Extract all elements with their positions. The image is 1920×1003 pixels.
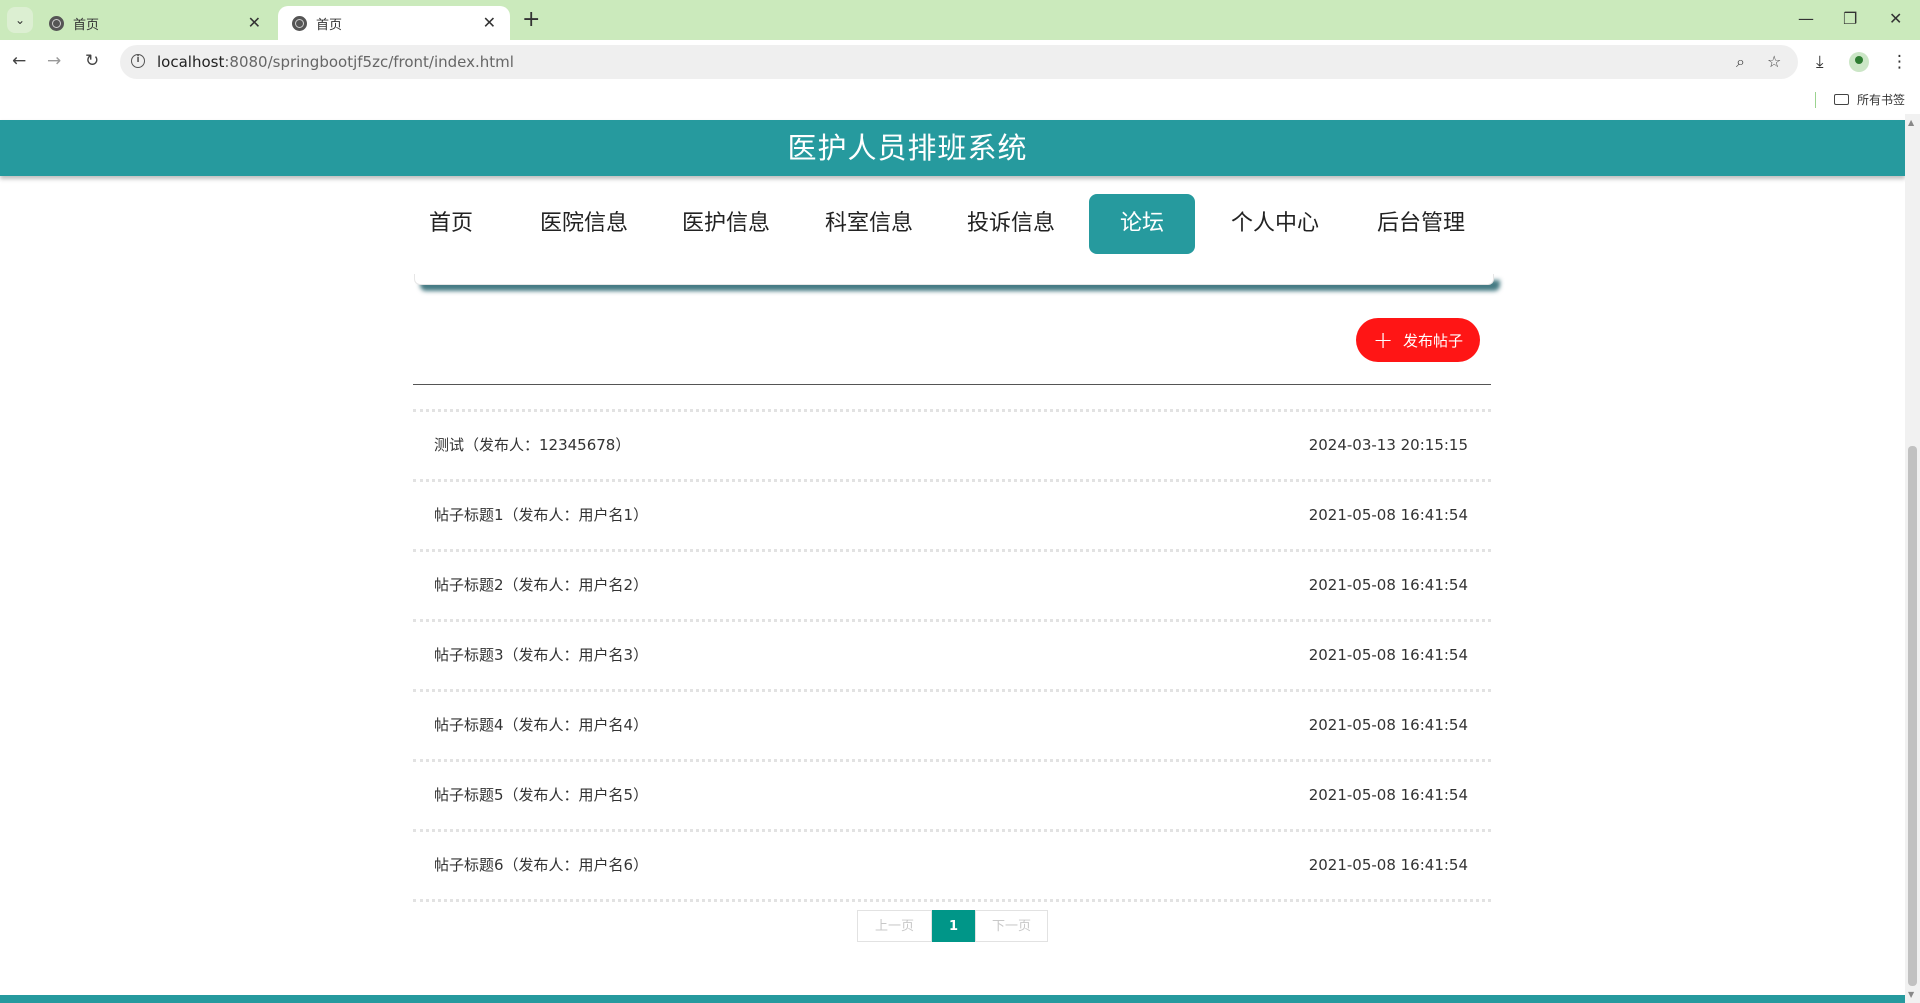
- post-time: 2021-05-08 16:41:54: [1308, 506, 1468, 524]
- star-icon[interactable]: ☆: [1767, 52, 1781, 72]
- post-row[interactable]: 帖子标题3（发布人：用户名3） 2021-05-08 16:41:54: [413, 622, 1491, 689]
- post-row[interactable]: 帖子标题4（发布人：用户名4） 2021-05-08 16:41:54: [413, 692, 1491, 759]
- post-time: 2024-03-13 20:15:15: [1308, 436, 1468, 454]
- nav-item-department[interactable]: 科室信息: [819, 194, 919, 254]
- publish-post-label: 发布帖子: [1403, 331, 1464, 350]
- row-separator: [413, 899, 1491, 902]
- site-header: 医护人员排班系统: [0, 120, 1905, 176]
- tab-1[interactable]: 首页 ✕: [35, 6, 275, 40]
- nav-item-complaint[interactable]: 投诉信息: [961, 194, 1061, 254]
- reload-icon[interactable]: ↻: [85, 50, 99, 72]
- restore-icon[interactable]: ❐: [1843, 8, 1857, 30]
- post-time: 2021-05-08 16:41:54: [1308, 576, 1468, 594]
- post-title[interactable]: 帖子标题6（发布人：用户名6）: [434, 832, 648, 899]
- scroll-up-icon[interactable]: ▲: [1908, 118, 1914, 127]
- pagination: 上一页 1 下一页: [857, 910, 1048, 942]
- post-time: 2021-05-08 16:41:54: [1308, 856, 1468, 874]
- back-arrow-icon[interactable]: ←: [12, 50, 26, 72]
- footer-strip: [0, 995, 1905, 1003]
- post-time: 2021-05-08 16:41:54: [1308, 716, 1468, 734]
- post-row[interactable]: 帖子标题1（发布人：用户名1） 2021-05-08 16:41:54: [413, 482, 1491, 549]
- nav-item-home[interactable]: 首页: [426, 194, 476, 254]
- post-list: 测试（发布人：12345678） 2024-03-13 20:15:15 帖子标…: [413, 409, 1491, 902]
- scrollbar-thumb[interactable]: [1908, 446, 1917, 986]
- prev-page-button[interactable]: 上一页: [857, 910, 932, 942]
- plus-icon[interactable]: +: [522, 7, 540, 33]
- bookmarks-bar: [0, 84, 1920, 114]
- post-title[interactable]: 帖子标题3（发布人：用户名3）: [434, 622, 648, 689]
- post-time: 2021-05-08 16:41:54: [1308, 786, 1468, 804]
- tab-2[interactable]: 首页 ✕: [278, 6, 510, 40]
- minimize-icon[interactable]: —: [1798, 8, 1814, 30]
- tab-strip: ⌄ 首页 ✕ 首页 ✕ + — ❐ ✕: [0, 0, 1920, 40]
- download-icon[interactable]: ⤓: [1816, 51, 1824, 73]
- forward-arrow-icon[interactable]: →: [47, 50, 61, 72]
- window-close-icon[interactable]: ✕: [1889, 8, 1902, 30]
- post-title[interactable]: 帖子标题5（发布人：用户名5）: [434, 762, 648, 829]
- post-time: 2021-05-08 16:41:54: [1308, 646, 1468, 664]
- globe-icon: [292, 15, 307, 31]
- current-page-button[interactable]: 1: [932, 910, 975, 942]
- page-viewport: 医护人员排班系统 首页 医院信息 医护信息 科室信息 投诉信息 论坛 个人中心 …: [0, 114, 1905, 1003]
- more-menu-icon[interactable]: ⋮: [1891, 51, 1908, 73]
- nav-item-hospital[interactable]: 医院信息: [534, 194, 634, 254]
- nav-item-medical-staff[interactable]: 医护信息: [676, 194, 776, 254]
- main-nav: 首页 医院信息 医护信息 科室信息 投诉信息 论坛 个人中心 后台管理: [410, 194, 1500, 254]
- site-title: 医护人员排班系统: [787, 131, 1028, 165]
- zoom-icon[interactable]: ⌕: [1736, 52, 1745, 72]
- post-title[interactable]: 帖子标题2（发布人：用户名2）: [434, 552, 648, 619]
- publish-post-button[interactable]: + 发布帖子: [1356, 318, 1480, 362]
- post-row[interactable]: 帖子标题6（发布人：用户名6） 2021-05-08 16:41:54: [413, 832, 1491, 899]
- nav-item-admin[interactable]: 后台管理: [1371, 194, 1471, 254]
- nav-item-forum[interactable]: 论坛: [1089, 194, 1195, 254]
- close-icon[interactable]: ✕: [483, 14, 496, 32]
- nav-item-personal-center[interactable]: 个人中心: [1225, 194, 1325, 254]
- tab-title: 首页: [316, 17, 343, 33]
- bookmarks-divider: [1815, 92, 1816, 108]
- tab-search-button[interactable]: ⌄: [7, 7, 33, 33]
- list-divider: [413, 384, 1491, 385]
- globe-icon: [49, 15, 64, 31]
- post-title[interactable]: 帖子标题4（发布人：用户名4）: [434, 692, 648, 759]
- close-icon[interactable]: ✕: [248, 14, 261, 32]
- post-title[interactable]: 测试（发布人：12345678）: [434, 412, 630, 479]
- post-row[interactable]: 帖子标题2（发布人：用户名2） 2021-05-08 16:41:54: [413, 552, 1491, 619]
- site-info-icon[interactable]: i: [131, 54, 145, 68]
- url-text[interactable]: localhost:8080/springbootjf5zc/front/ind…: [157, 52, 514, 72]
- post-row[interactable]: 帖子标题5（发布人：用户名5） 2021-05-08 16:41:54: [413, 762, 1491, 829]
- tab-title: 首页: [73, 17, 100, 33]
- plus-icon: +: [1372, 326, 1394, 354]
- profile-icon[interactable]: [1849, 52, 1869, 72]
- scroll-down-icon[interactable]: ▼: [1908, 990, 1914, 999]
- chevron-down-icon: ⌄: [14, 13, 26, 27]
- post-row[interactable]: 测试（发布人：12345678） 2024-03-13 20:15:15: [413, 412, 1491, 479]
- folder-icon: [1834, 94, 1849, 105]
- next-page-button[interactable]: 下一页: [975, 910, 1048, 942]
- banner-bottom-edge: [414, 274, 1494, 285]
- all-bookmarks-button[interactable]: 所有书签: [1857, 92, 1905, 108]
- post-title[interactable]: 帖子标题1（发布人：用户名1）: [434, 482, 648, 549]
